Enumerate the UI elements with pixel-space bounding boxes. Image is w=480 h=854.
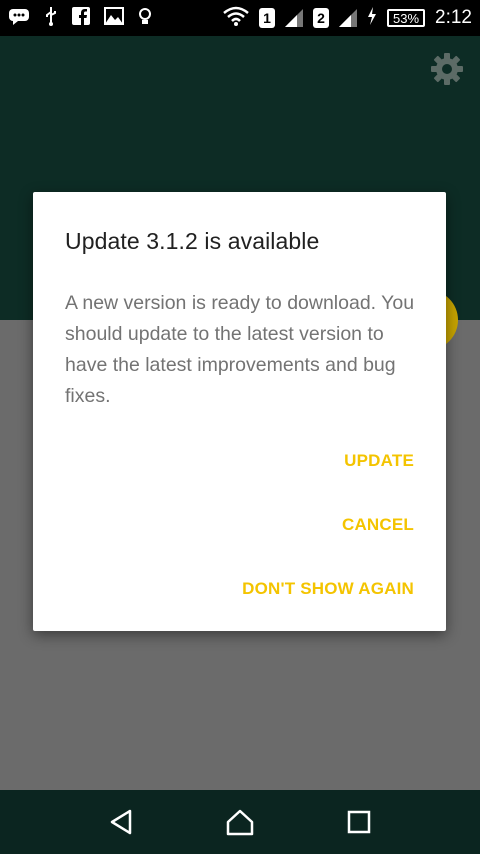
dont-show-again-button[interactable]: DON'T SHOW AGAIN xyxy=(242,579,414,599)
settings-icon[interactable] xyxy=(430,52,464,86)
cancel-button[interactable]: CANCEL xyxy=(342,515,414,535)
back-icon[interactable] xyxy=(101,802,141,842)
bulb-icon xyxy=(138,6,152,31)
update-button[interactable]: UPDATE xyxy=(344,451,414,471)
status-bar: 1 2 53% 2:12 xyxy=(0,0,480,36)
dialog-title: Update 3.1.2 is available xyxy=(65,228,320,254)
signal-icon xyxy=(284,9,303,27)
clock: 2:12 xyxy=(435,7,472,28)
signal-icon xyxy=(338,9,357,27)
usb-icon xyxy=(44,6,58,31)
wifi-icon xyxy=(223,6,249,31)
sim2-badge: 2 xyxy=(312,8,329,28)
gallery-icon xyxy=(104,6,124,30)
home-icon[interactable] xyxy=(220,802,260,842)
recents-icon[interactable] xyxy=(339,802,379,842)
charging-icon xyxy=(367,6,377,30)
update-dialog: Update 3.1.2 is available A new version … xyxy=(33,192,446,631)
system-indicators: 1 2 53% 2:12 xyxy=(223,6,472,31)
notification-icons xyxy=(8,6,152,31)
facebook-icon xyxy=(72,6,90,30)
navigation-bar xyxy=(0,790,480,854)
sim1-badge: 1 xyxy=(258,8,275,28)
chat-icon xyxy=(8,7,30,30)
battery-indicator: 53% xyxy=(386,9,426,27)
dialog-message: A new version is ready to download. You … xyxy=(65,292,415,407)
